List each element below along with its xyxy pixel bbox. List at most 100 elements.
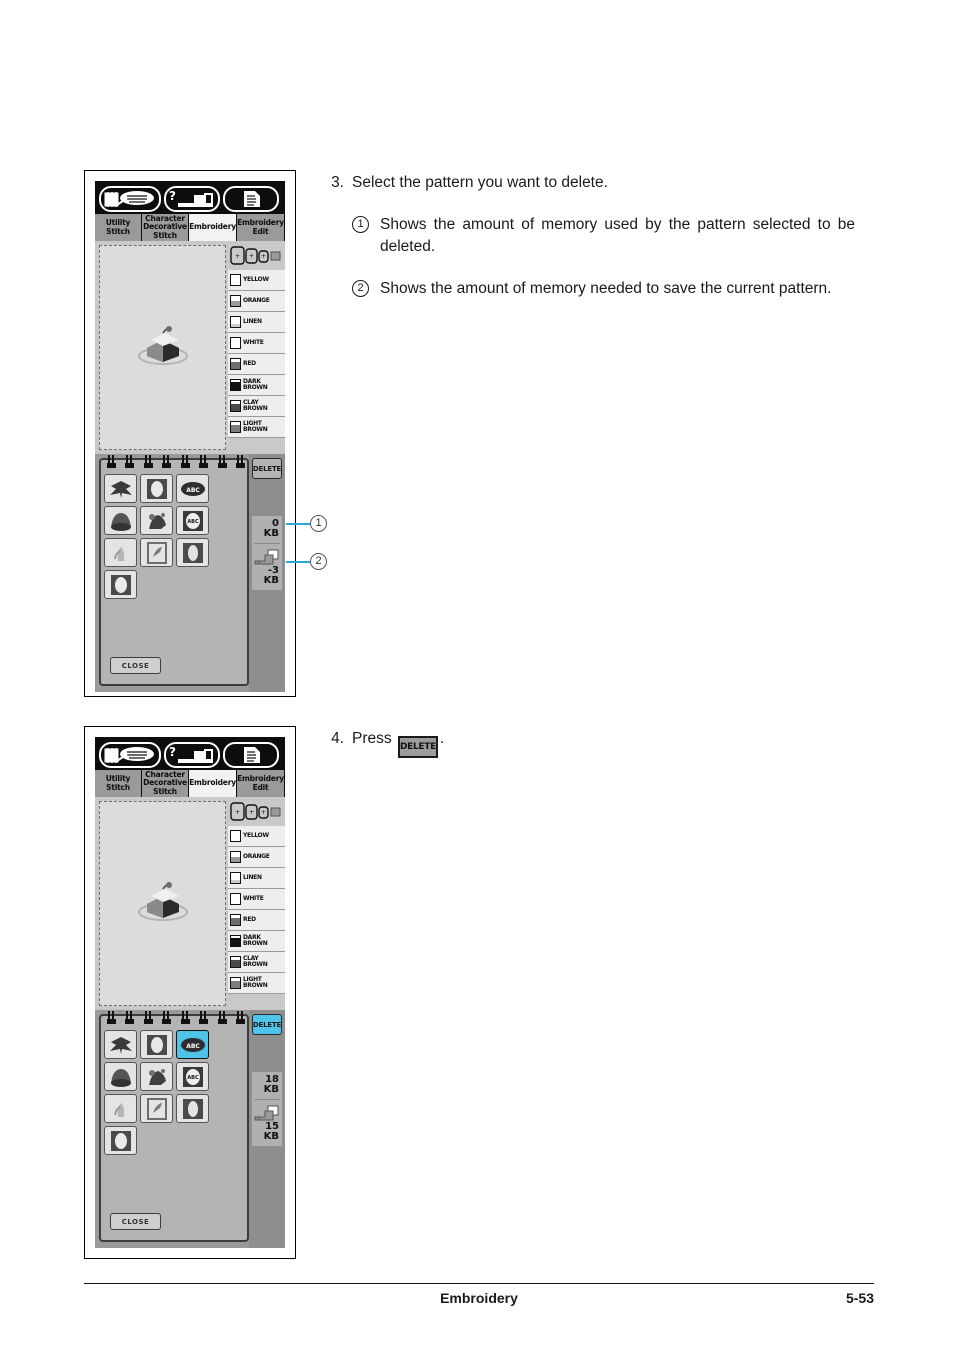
pattern-thumbnail[interactable] <box>140 506 173 535</box>
tab-embroidery-edit[interactable]: Embroidery Edit <box>237 214 285 241</box>
thread-row[interactable]: CLAY BROWN <box>228 952 285 973</box>
machine-memory-icon <box>252 548 282 566</box>
color-swatch <box>230 830 241 842</box>
pattern-thumbnail[interactable] <box>104 1094 137 1123</box>
svg-text:+: + <box>235 253 240 260</box>
thread-row[interactable]: ORANGE <box>228 291 285 312</box>
pattern-thumbnail[interactable]: ABC <box>176 474 209 503</box>
pattern-thumbnail[interactable] <box>176 1094 209 1123</box>
close-button[interactable]: CLOSE <box>110 657 161 674</box>
thread-row[interactable]: RED <box>228 354 285 375</box>
pattern-thumbnail-selected[interactable]: ABC <box>176 1030 209 1059</box>
svg-text:+: + <box>261 253 266 260</box>
lcd-tab-bar: Utility Stitch Character Decorative Stitch … <box>95 214 285 241</box>
step-3-note-1: 1 Shows the amount of memory used by the… <box>352 214 855 258</box>
thread-label: RED <box>243 915 256 923</box>
delete-button[interactable]: DELETE <box>252 458 282 479</box>
pattern-thumbnail[interactable] <box>104 506 137 535</box>
pattern-thumbnail[interactable] <box>104 474 137 503</box>
divider <box>254 1099 280 1100</box>
thread-row[interactable]: YELLOW <box>228 826 285 847</box>
tab-embroidery[interactable]: Embroidery <box>189 770 237 797</box>
pattern-thumbnail[interactable]: ABC <box>176 506 209 535</box>
thread-label: YELLOW <box>243 275 269 283</box>
settings-page-icon[interactable] <box>223 741 279 768</box>
color-swatch <box>230 872 241 884</box>
memory-readout: 0 KB -3 KB <box>252 516 282 590</box>
thread-row[interactable]: CLAY BROWN <box>228 396 285 417</box>
pattern-thumbnail[interactable] <box>140 1094 173 1123</box>
thread-label: LIGHT BROWN <box>243 975 268 989</box>
delete-button[interactable]: DELETE <box>252 1014 282 1035</box>
pattern-thumbnail[interactable] <box>104 538 137 567</box>
pattern-thumbnail[interactable] <box>140 538 173 567</box>
leader-line <box>286 523 310 525</box>
svg-text:?: ? <box>169 745 176 759</box>
needle-threader-icon[interactable] <box>99 185 161 212</box>
thread-row[interactable]: LIGHT BROWN <box>228 417 285 438</box>
memory-used-value: 0 KB <box>263 518 279 539</box>
pattern-thumbnail[interactable] <box>140 474 173 503</box>
lcd-main-area: + + + YELLOW ORANGE LINEN WHITE RED DARK BR… <box>95 241 285 454</box>
pattern-thumbnail[interactable] <box>140 1062 173 1091</box>
saved-pattern-browser: ABC ABC CLOSE DELETE 18 KB 15 KB <box>95 1010 285 1248</box>
footer-rule <box>84 1283 874 1284</box>
pattern-thumbnail[interactable] <box>176 538 209 567</box>
help-machine-icon[interactable]: ? <box>164 741 220 768</box>
tab-embroidery-edit[interactable]: Embroidery Edit <box>237 770 285 797</box>
pattern-preview-pane <box>99 245 226 450</box>
svg-text:+: + <box>249 253 254 260</box>
thread-label: CLAY BROWN <box>243 954 268 968</box>
thread-row[interactable]: ORANGE <box>228 847 285 868</box>
pattern-thumbnail[interactable] <box>104 570 137 599</box>
color-swatch <box>230 274 241 286</box>
thread-color-list: + + + YELLOW ORANGE LINEN WHITE RED DARK BR… <box>228 797 285 1010</box>
tab-character-decorative-stitch[interactable]: Character Decorative Stitch <box>142 770 189 797</box>
pattern-thumbnail[interactable] <box>104 1030 137 1059</box>
help-machine-icon[interactable]: ? <box>164 185 220 212</box>
thread-label: WHITE <box>243 894 264 902</box>
color-swatch <box>230 977 241 989</box>
pattern-thumbnail-grid: ABC ABC <box>101 472 247 601</box>
thread-label: WHITE <box>243 338 264 346</box>
pattern-thumbnail[interactable]: ABC <box>176 1062 209 1091</box>
thread-label: ORANGE <box>243 852 270 860</box>
pattern-thumbnail[interactable] <box>140 1030 173 1059</box>
tab-utility-stitch[interactable]: Utility Stitch <box>95 214 142 241</box>
thread-row[interactable]: YELLOW <box>228 270 285 291</box>
chapter-tab-sidebar: CONTENTS 1 2 <box>874 0 954 1346</box>
thread-row[interactable]: LINEN <box>228 312 285 333</box>
step-4: 4. Press DELETE. <box>320 728 720 758</box>
thread-row[interactable]: LINEN <box>228 868 285 889</box>
color-swatch <box>230 956 241 968</box>
close-button[interactable]: CLOSE <box>110 1213 161 1230</box>
needle-threader-icon[interactable] <box>99 741 161 768</box>
pattern-thumbnail-grid: ABC ABC <box>101 1028 247 1157</box>
color-swatch <box>230 914 241 926</box>
thread-row[interactable]: RED <box>228 910 285 931</box>
tab-utility-stitch[interactable]: Utility Stitch <box>95 770 142 797</box>
hoop-size-indicator-icon: + + + <box>228 242 285 270</box>
pattern-thumbnail[interactable] <box>104 1126 137 1155</box>
svg-text:+: + <box>235 809 240 816</box>
tab-embroidery[interactable]: Embroidery <box>189 214 237 241</box>
settings-page-icon[interactable] <box>223 185 279 212</box>
color-swatch <box>230 358 241 370</box>
thread-row[interactable]: LIGHT BROWN <box>228 973 285 994</box>
memory-readout: 18 KB 15 KB <box>252 1072 282 1146</box>
svg-text:ABC: ABC <box>186 487 200 494</box>
color-swatch <box>230 421 241 433</box>
color-swatch <box>230 337 241 349</box>
thread-row[interactable]: DARK BROWN <box>228 375 285 396</box>
pattern-thumbnail[interactable] <box>104 1062 137 1091</box>
memory-side-strip: DELETE 18 KB 15 KB <box>249 1010 285 1248</box>
thread-row[interactable]: DARK BROWN <box>228 931 285 952</box>
memory-needed-value: -3 KB <box>263 565 279 586</box>
tab-character-decorative-stitch[interactable]: Character Decorative Stitch <box>142 214 189 241</box>
color-swatch <box>230 400 241 412</box>
thread-row[interactable]: WHITE <box>228 333 285 354</box>
step-4-prefix: Press <box>352 730 392 747</box>
thread-row[interactable]: WHITE <box>228 889 285 910</box>
lcd-screen-before: ? Utility Stitch Character Decorative St… <box>95 181 285 692</box>
svg-text:ABC: ABC <box>187 1075 199 1081</box>
